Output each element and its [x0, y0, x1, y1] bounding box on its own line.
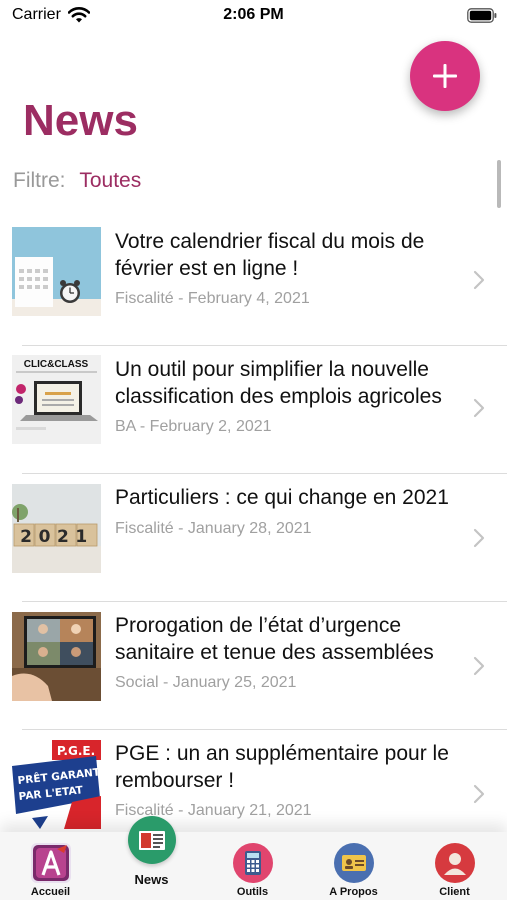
tab-label: News	[134, 872, 169, 887]
news-meta: BA - February 2, 2021	[115, 418, 272, 435]
chevron-right-icon	[473, 528, 485, 548]
news-title: Un outil pour simplifier la nouvelle cla…	[115, 358, 442, 408]
news-thumbnail	[12, 612, 101, 701]
chevron-right-icon	[473, 270, 485, 290]
news-thumbnail: 2021	[12, 484, 101, 573]
news-thumbnail	[12, 227, 101, 316]
tab-outils[interactable]: Outils	[202, 832, 303, 900]
news-title: Particuliers : ce qui change en 2021	[115, 486, 449, 509]
filter-value[interactable]: Toutes	[79, 169, 141, 192]
filter-row: Filtre: Toutes	[13, 169, 141, 193]
news-title: Votre calendrier fiscal du mois de févri…	[115, 230, 425, 280]
accueil-logo-icon	[31, 843, 71, 883]
tab-label: Client	[439, 886, 470, 898]
news-thumbnail: CLIC&CLASS	[12, 355, 101, 444]
tab-accueil[interactable]: Accueil	[0, 832, 101, 900]
scroll-indicator[interactable]	[497, 160, 501, 208]
tab-label: Outils	[236, 886, 269, 898]
calendar-alarm-clock-photo	[12, 227, 101, 316]
tab-label: Accueil	[30, 886, 71, 898]
chevron-right-icon	[473, 784, 485, 804]
news-meta: Social - January 25, 2021	[115, 674, 297, 691]
add-button[interactable]	[410, 41, 480, 111]
news-meta: Fiscalité - February 4, 2021	[115, 290, 310, 307]
tab-news[interactable]: News	[101, 816, 202, 900]
news-item[interactable]: Prorogation de l’état d’urgence sanitair…	[0, 602, 507, 730]
news-title: PGE : un an supplémentaire pour le rembo…	[115, 742, 449, 792]
battery-icon	[467, 8, 497, 23]
newspaper-icon	[128, 816, 176, 864]
pret-garanti-par-etat-photo: P.G.E. PRÊT GARANTI PAR L'ETAT	[12, 740, 101, 829]
thumbnail-caption: P.G.E.	[57, 744, 95, 758]
status-bar: Carrier 2:06 PM	[0, 0, 507, 32]
thumbnail-caption: CLIC&CLASS	[24, 359, 89, 370]
tab-label: A Propos	[329, 886, 378, 898]
news-item[interactable]: 2021 Particuliers : ce qui change en 202…	[0, 474, 507, 602]
tab-client[interactable]: Client	[404, 832, 505, 900]
clic-and-class-laptop-photo: CLIC&CLASS	[12, 355, 101, 444]
id-card-icon	[334, 843, 374, 883]
video-conference-laptop-photo	[12, 612, 101, 701]
chevron-right-icon	[473, 398, 485, 418]
page-title: News	[23, 96, 138, 145]
news-meta: Fiscalité - January 28, 2021	[115, 520, 312, 537]
calculator-icon	[233, 843, 273, 883]
news-item[interactable]: CLIC&CLASS Un outil pour simplifier la n…	[0, 346, 507, 474]
status-time: 2:06 PM	[223, 6, 284, 23]
news-thumbnail: P.G.E. PRÊT GARANTI PAR L'ETAT	[12, 740, 101, 829]
news-item[interactable]: Votre calendrier fiscal du mois de févri…	[0, 218, 507, 346]
filter-label: Filtre:	[13, 169, 66, 192]
tab-a-propos[interactable]: A Propos	[303, 832, 404, 900]
plus-icon	[433, 64, 457, 88]
thumbnail-caption: 2021	[20, 527, 94, 547]
chevron-right-icon	[473, 656, 485, 676]
wooden-blocks-2021-photo: 2021	[12, 484, 101, 573]
tab-bar: Accueil News Outils A Propos Client	[0, 816, 507, 900]
user-icon	[435, 843, 475, 883]
news-title: Prorogation de l’état d’urgence sanitair…	[115, 614, 434, 664]
